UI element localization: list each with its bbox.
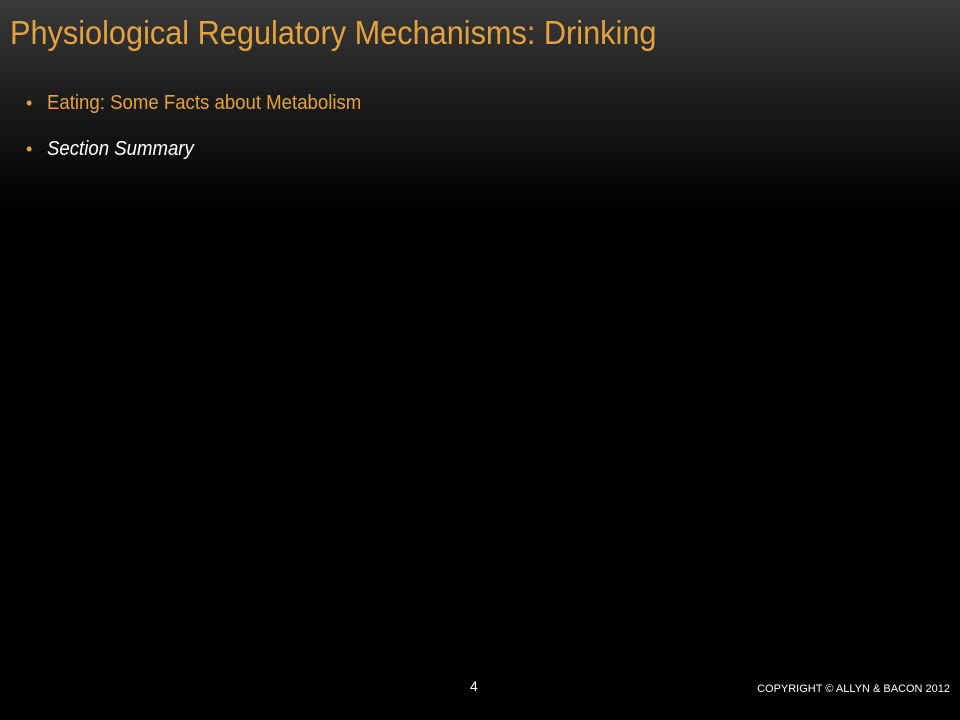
- page-number: 4: [470, 678, 478, 694]
- copyright-notice: COPYRIGHT © ALLYN & BACON 2012: [757, 683, 950, 695]
- bullet-dot-icon: •: [26, 93, 33, 113]
- bullet-label: Section Summary: [47, 138, 194, 160]
- bullet-label: Eating: Some Facts about Metabolism: [47, 92, 362, 114]
- bullet-list: • Eating: Some Facts about Metabolism • …: [26, 88, 385, 180]
- slide: Physiological Regulatory Mechanisms: Dri…: [0, 0, 960, 720]
- slide-title: Physiological Regulatory Mechanisms: Dri…: [10, 14, 657, 51]
- bullet-dot-icon: •: [26, 139, 33, 159]
- bullet-item-eating-metabolism[interactable]: • Eating: Some Facts about Metabolism: [26, 88, 385, 134]
- bullet-item-section-summary[interactable]: • Section Summary: [26, 134, 385, 180]
